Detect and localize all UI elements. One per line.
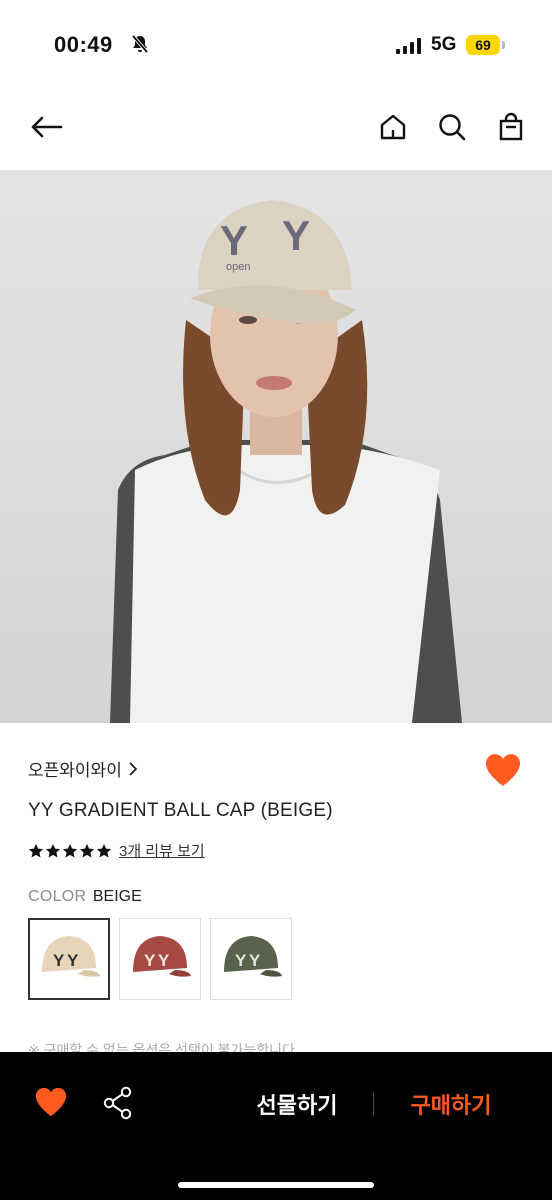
battery-cap	[502, 41, 505, 49]
svg-text:Y: Y	[67, 951, 79, 970]
cap-thumbnail: Y Y	[224, 936, 282, 977]
color-swatches: Y Y Y Y Y Y	[28, 918, 292, 1000]
bottom-action-bar: 선물하기 구매하기	[0, 1052, 552, 1200]
color-row: COLOR BEIGE	[28, 888, 142, 906]
bell-slash-icon	[130, 34, 150, 59]
network-type: 5G	[431, 34, 457, 55]
status-bar: 00:49 5G 69	[0, 0, 552, 90]
wishlist-button[interactable]	[484, 752, 522, 793]
star-icon	[28, 843, 44, 857]
color-label: COLOR	[28, 888, 87, 905]
star-icon	[96, 843, 112, 857]
search-button[interactable]	[432, 107, 472, 147]
back-button[interactable]	[26, 107, 66, 147]
brand-name: 오픈와이와이	[28, 761, 122, 780]
star-rating	[28, 843, 112, 859]
svg-text:Y: Y	[220, 217, 248, 264]
cap-thumbnail: Y Y	[133, 936, 191, 977]
gift-button[interactable]: 선물하기	[222, 1088, 372, 1120]
svg-text:Y: Y	[53, 951, 65, 970]
signal-icon	[396, 38, 421, 54]
star-icon	[62, 843, 78, 857]
status-time: 00:49	[54, 32, 113, 57]
share-button[interactable]	[102, 1086, 134, 1125]
review-link[interactable]: 3개 리뷰 보기	[119, 840, 205, 861]
home-button[interactable]	[373, 107, 413, 147]
divider	[373, 1092, 374, 1116]
back-arrow-icon	[31, 116, 63, 138]
chevron-right-icon	[129, 761, 138, 776]
color-value: BEIGE	[92, 888, 142, 905]
wishlist-bottom-button[interactable]	[34, 1086, 68, 1123]
svg-text:Y: Y	[282, 212, 310, 259]
top-nav	[0, 95, 552, 165]
swatch-khaki[interactable]: Y Y	[210, 918, 292, 1000]
brand-link[interactable]: 오픈와이와이	[28, 756, 138, 781]
rating-row: 3개 리뷰 보기	[28, 840, 205, 861]
star-icon	[79, 843, 95, 857]
svg-text:open: open	[226, 261, 250, 273]
swatch-beige[interactable]: Y Y	[28, 918, 110, 1000]
svg-text:Y: Y	[249, 951, 261, 970]
home-icon	[380, 114, 406, 140]
cap-thumbnail: Y Y	[42, 936, 100, 977]
svg-text:Y: Y	[144, 951, 156, 970]
home-indicator	[178, 1182, 374, 1188]
svg-text:Y: Y	[235, 951, 247, 970]
heart-icon	[35, 1087, 67, 1117]
product-image[interactable]: Y Y open	[0, 170, 552, 723]
search-icon	[439, 114, 466, 141]
shopping-bag-icon	[499, 112, 523, 141]
share-icon	[103, 1086, 132, 1120]
product-title: YY GRADIENT BALL CAP (BEIGE)	[28, 800, 333, 821]
svg-text:Y: Y	[158, 951, 170, 970]
cart-button[interactable]	[491, 107, 531, 147]
buy-button[interactable]: 구매하기	[380, 1088, 522, 1120]
heart-icon	[486, 754, 520, 786]
battery-icon: 69	[466, 35, 500, 55]
star-icon	[45, 843, 61, 857]
swatch-red[interactable]: Y Y	[119, 918, 201, 1000]
